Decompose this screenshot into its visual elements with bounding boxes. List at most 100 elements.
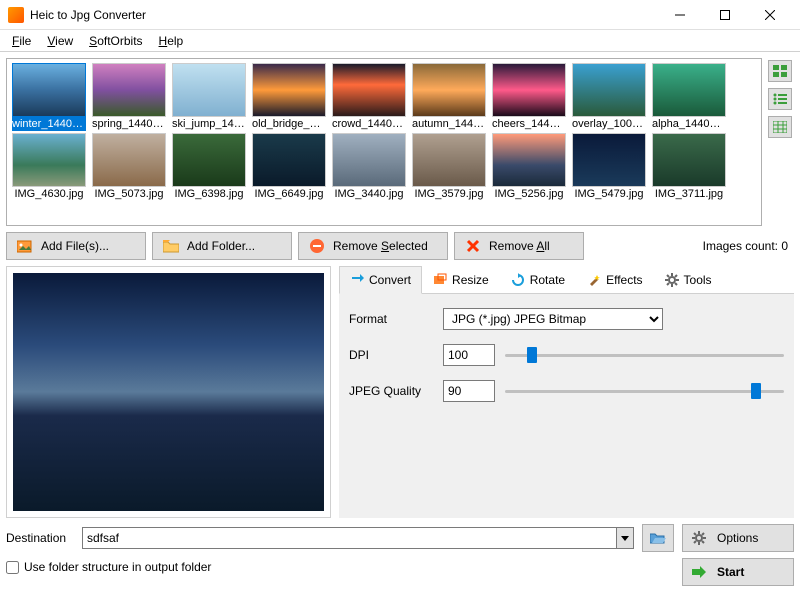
titlebar: Heic to Jpg Converter [0, 0, 800, 30]
tab-convert[interactable]: Convert [339, 266, 422, 294]
thumbnail-item[interactable]: IMG_3711.jpg [651, 133, 727, 201]
add-folder-button[interactable]: Add Folder... [152, 232, 292, 260]
add-files-label: Add File(s)... [41, 239, 109, 253]
thumbnail-image [492, 63, 566, 117]
rotate-icon [511, 273, 525, 287]
delete-icon [465, 238, 481, 254]
view-mode-buttons [766, 58, 794, 226]
tab-rotate[interactable]: Rotate [500, 266, 576, 293]
thumbnail-label: crowd_1440x... [332, 117, 406, 131]
thumbnail-item[interactable]: winter_1440x960.heic [11, 63, 87, 131]
thumbnail-item[interactable]: old_bridge_14... [251, 63, 327, 131]
thumbnail-item[interactable]: crowd_1440x... [331, 63, 407, 131]
thumbnail-label: IMG_6649.jpg [252, 187, 326, 201]
folder-structure-label: Use folder structure in output folder [24, 560, 211, 574]
menu-softorbits[interactable]: SoftOrbits [81, 32, 150, 50]
destination-label: Destination [6, 531, 74, 545]
window-title: Heic to Jpg Converter [30, 8, 657, 22]
menu-view[interactable]: View [39, 32, 81, 50]
dpi-label: DPI [349, 348, 433, 362]
thumbnail-image [652, 133, 726, 187]
destination-combo[interactable] [82, 527, 634, 549]
folder-structure-checkbox[interactable] [6, 561, 19, 574]
settings-panel: Convert Resize Rotate Effects Tools Form… [339, 266, 794, 518]
thumbnail-item[interactable]: IMG_3579.jpg [411, 133, 487, 201]
thumbnail-label: IMG_5073.jpg [92, 187, 166, 201]
minimize-button[interactable] [657, 0, 702, 30]
thumbnail-item[interactable]: IMG_6649.jpg [251, 133, 327, 201]
thumbnail-gallery[interactable]: winter_1440x960.heic spring_1440x...ski_j… [6, 58, 762, 226]
menu-help[interactable]: Help [151, 32, 192, 50]
close-button[interactable] [747, 0, 792, 30]
thumbnail-item[interactable]: IMG_4630.jpg [11, 133, 87, 201]
remove-selected-label: Remove Selected [333, 239, 428, 253]
thumbnail-item[interactable]: spring_1440x... [91, 63, 167, 131]
thumbnail-label: old_bridge_14... [252, 117, 326, 131]
thumbnail-item[interactable]: IMG_5256.jpg [491, 133, 567, 201]
thumbnail-label: IMG_6398.jpg [172, 187, 246, 201]
view-thumbnails-button[interactable] [768, 60, 792, 82]
file-toolbar: Add File(s)... Add Folder... Remove Sele… [6, 232, 794, 260]
thumbnail-image [412, 133, 486, 187]
thumbnail-image [652, 63, 726, 117]
destination-input[interactable] [82, 527, 616, 549]
thumbnail-image [172, 133, 246, 187]
remove-all-label: Remove All [489, 239, 550, 253]
thumbnail-label: IMG_3440.jpg [332, 187, 406, 201]
tab-effects[interactable]: Effects [576, 266, 653, 293]
effects-icon [587, 273, 601, 287]
thumbnail-image [92, 63, 166, 117]
menu-file[interactable]: File [4, 32, 39, 50]
dpi-input[interactable] [443, 344, 495, 366]
quality-slider[interactable] [505, 382, 784, 400]
options-button[interactable]: Options [682, 524, 794, 552]
thumbnail-image [252, 133, 326, 187]
preview-image [13, 273, 324, 511]
thumbnail-item[interactable]: ski_jump_144... [171, 63, 247, 131]
thumbnail-label: overlay_1000... [572, 117, 646, 131]
thumbnail-image [332, 133, 406, 187]
dpi-slider[interactable] [505, 346, 784, 364]
menubar: File View SoftOrbits Help [0, 30, 800, 52]
thumbnail-item[interactable]: autumn_1440... [411, 63, 487, 131]
destination-dropdown[interactable] [616, 527, 634, 549]
thumbnail-label: IMG_5479.jpg [572, 187, 646, 201]
add-files-button[interactable]: Add File(s)... [6, 232, 146, 260]
folder-icon [163, 238, 179, 254]
thumbnail-image [572, 63, 646, 117]
thumbnail-label: IMG_3711.jpg [652, 187, 726, 201]
thumbnail-image [12, 63, 86, 117]
thumbnail-label: IMG_5256.jpg [492, 187, 566, 201]
format-select[interactable]: JPG (*.jpg) JPEG Bitmap [443, 308, 663, 330]
thumbnail-item[interactable]: IMG_3440.jpg [331, 133, 407, 201]
view-list-button[interactable] [768, 88, 792, 110]
tab-resize[interactable]: Resize [422, 266, 500, 293]
thumbnail-image [252, 63, 326, 117]
app-icon [8, 7, 24, 23]
view-details-button[interactable] [768, 116, 792, 138]
thumbnail-image [492, 133, 566, 187]
thumbnail-image [572, 133, 646, 187]
quality-label: JPEG Quality [349, 384, 433, 398]
thumbnail-item[interactable]: alpha_1440x9... [651, 63, 727, 131]
remove-all-button[interactable]: Remove All [454, 232, 584, 260]
thumbnail-image [332, 63, 406, 117]
quality-input[interactable] [443, 380, 495, 402]
browse-button[interactable] [642, 524, 674, 552]
tab-tools[interactable]: Tools [654, 266, 723, 293]
thumbnail-item[interactable]: cheers_1440x... [491, 63, 567, 131]
remove-icon [309, 238, 325, 254]
convert-form: Format JPG (*.jpg) JPEG Bitmap DPI JPEG … [339, 294, 794, 518]
thumbnail-image [412, 63, 486, 117]
thumbnail-item[interactable]: IMG_5479.jpg [571, 133, 647, 201]
remove-selected-button[interactable]: Remove Selected [298, 232, 448, 260]
thumbnail-label: winter_1440x960.heic [12, 117, 86, 131]
tools-icon [665, 273, 679, 287]
folder-open-icon [650, 531, 666, 545]
tabs: Convert Resize Rotate Effects Tools [339, 266, 794, 294]
thumbnail-item[interactable]: overlay_1000... [571, 63, 647, 131]
maximize-button[interactable] [702, 0, 747, 30]
thumbnail-item[interactable]: IMG_6398.jpg [171, 133, 247, 201]
start-button[interactable]: Start [682, 558, 794, 586]
thumbnail-item[interactable]: IMG_5073.jpg [91, 133, 167, 201]
